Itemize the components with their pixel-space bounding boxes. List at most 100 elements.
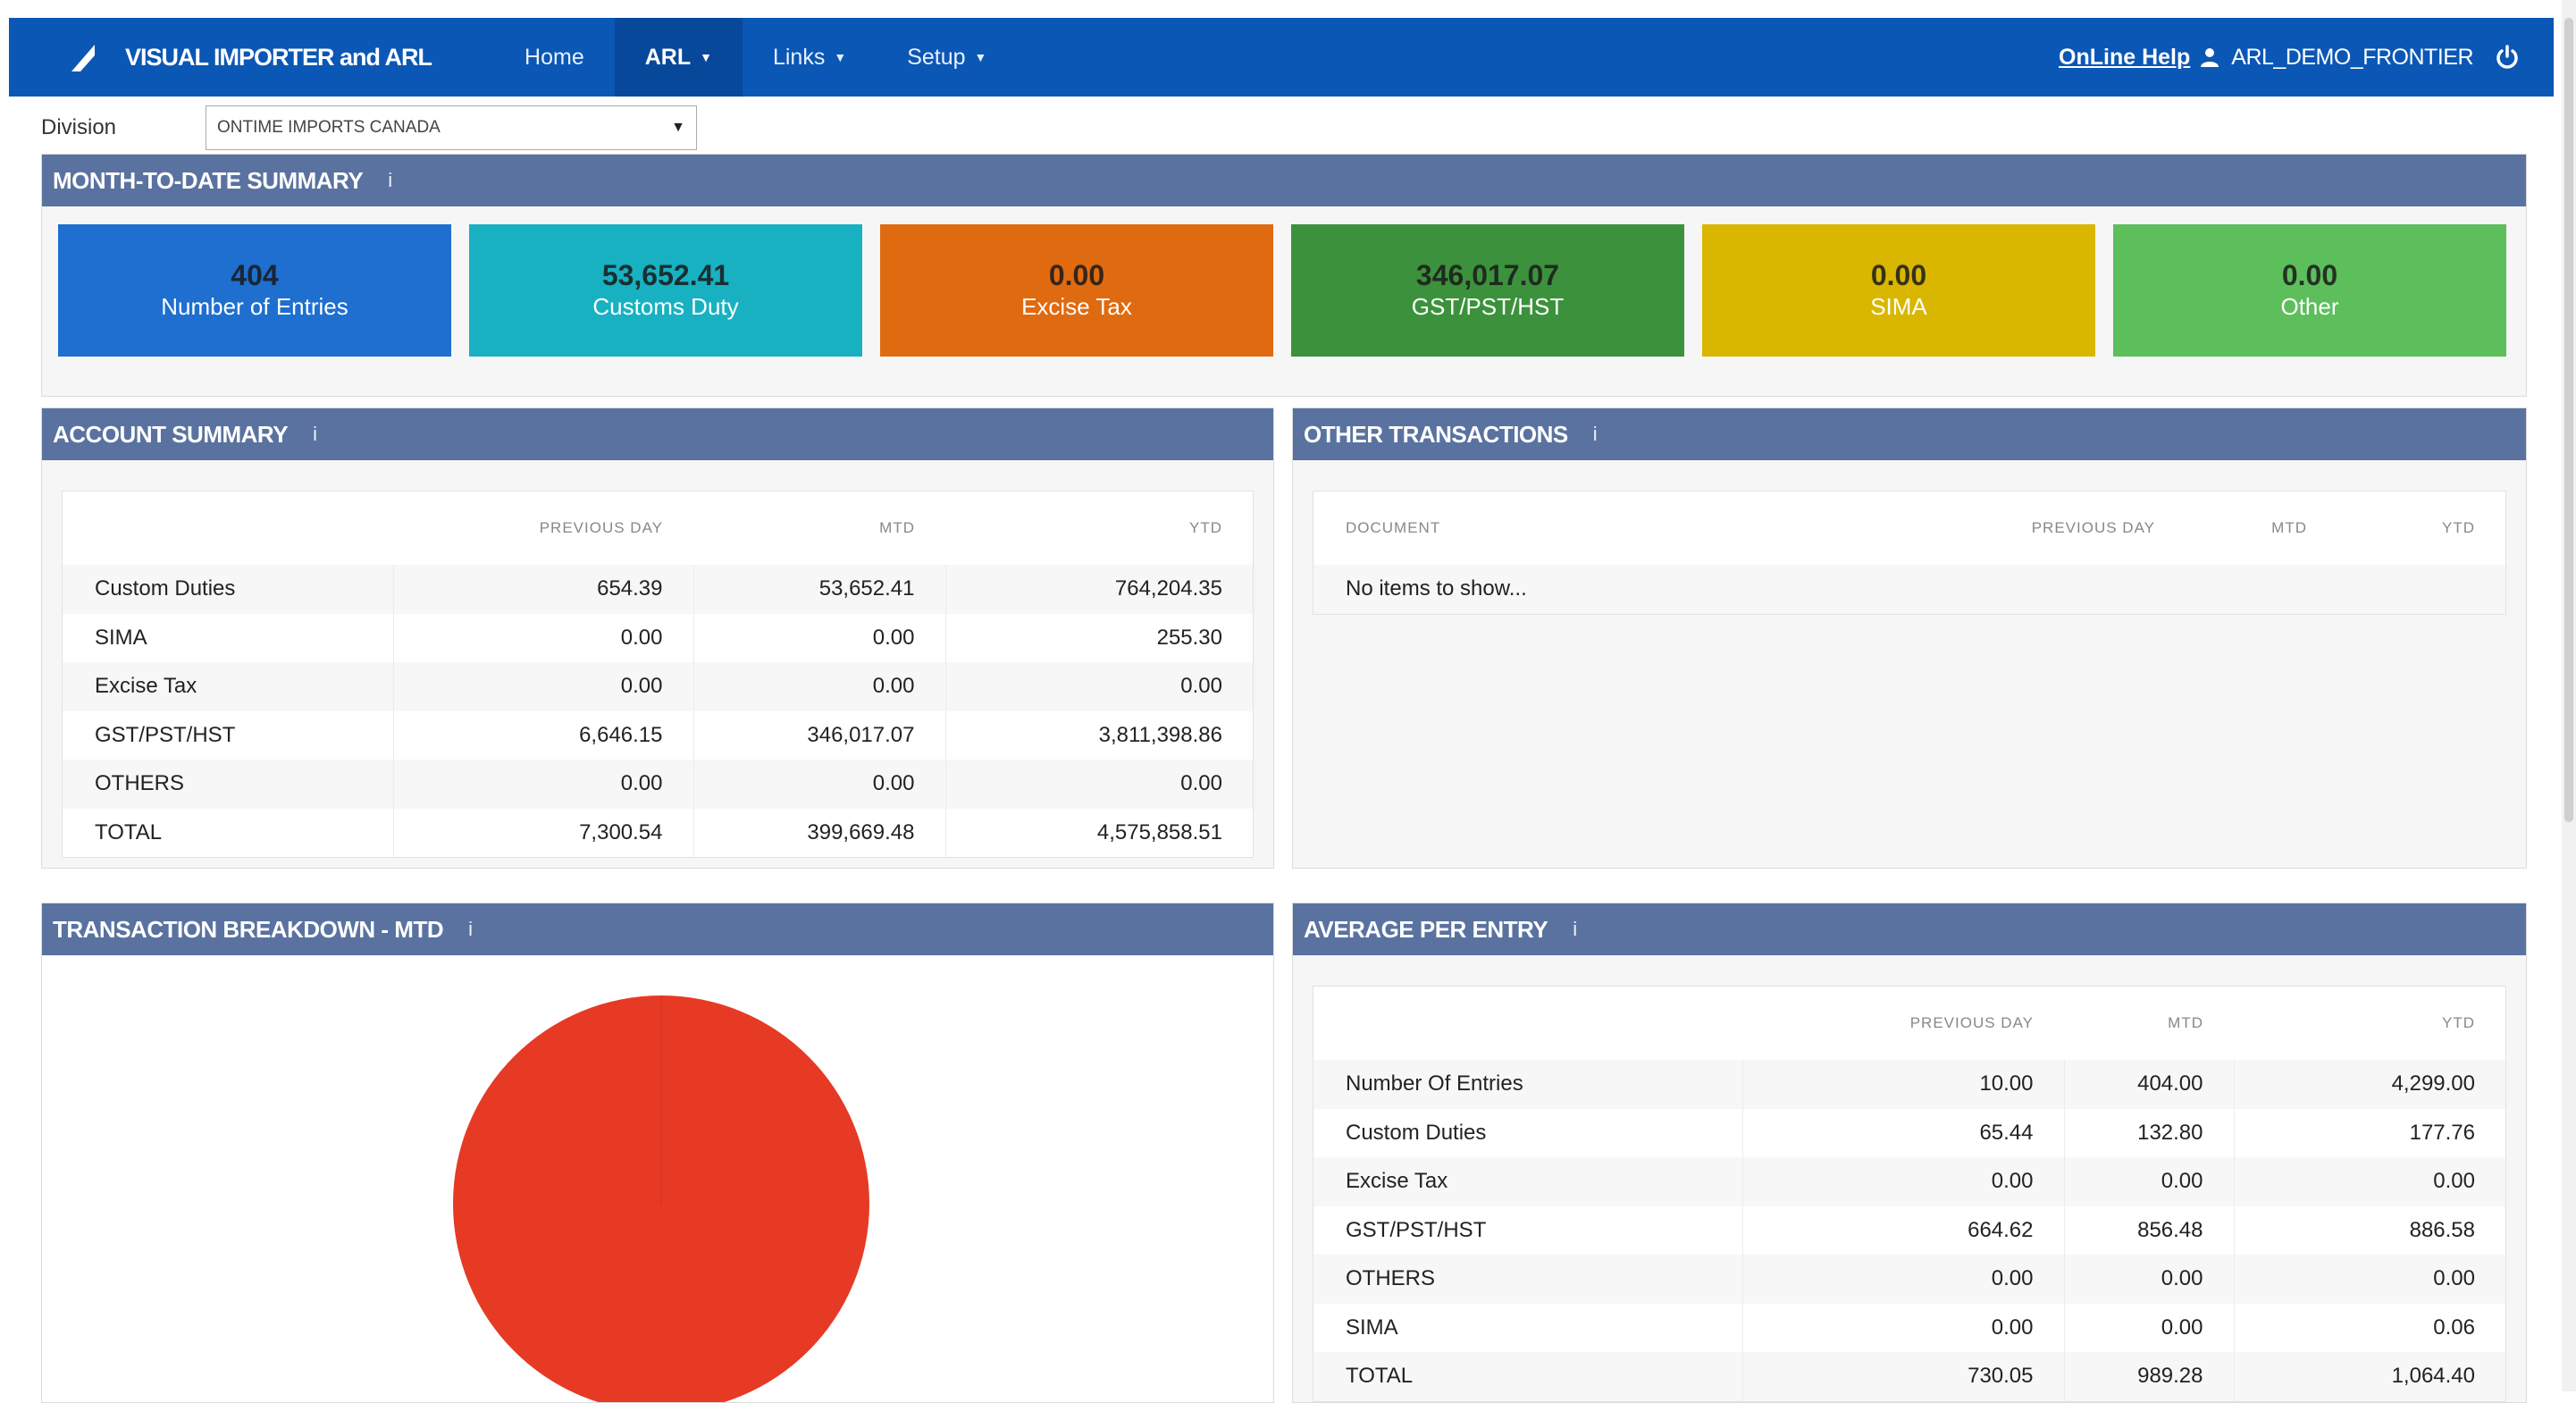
- row-label: SIMA: [63, 613, 393, 662]
- table-row: GST/PST/HST 664.62 856.48 886.58: [1313, 1206, 2505, 1255]
- cell: 0.00: [2063, 1157, 2234, 1206]
- tile-value: 0.00: [1870, 258, 1927, 291]
- table-row: Custom Duties 65.44 132.80 177.76: [1313, 1108, 2505, 1157]
- panel-title: AVERAGE PER ENTRY: [1304, 915, 1548, 943]
- nav-home[interactable]: Home: [494, 18, 615, 97]
- cell: 730.05: [1741, 1352, 2064, 1401]
- tile-other[interactable]: 0.00 Other: [2113, 224, 2506, 357]
- info-icon[interactable]: i: [1593, 423, 1598, 446]
- cell: 856.48: [2063, 1206, 2234, 1255]
- row-label: SIMA: [1313, 1303, 1742, 1352]
- row-label: OTHERS: [1313, 1255, 1742, 1304]
- tile-excise-tax[interactable]: 0.00 Excise Tax: [880, 224, 1273, 357]
- row-label: TOTAL: [63, 808, 393, 857]
- tile-number-of-entries[interactable]: 404 Number of Entries: [58, 224, 451, 357]
- cell: 0.00: [944, 662, 1253, 711]
- cell: 0.00: [392, 613, 693, 662]
- page-scrollbar[interactable]: [2562, 0, 2576, 1391]
- cell: 7,300.54: [392, 808, 693, 857]
- row-label: GST/PST/HST: [1313, 1206, 1742, 1255]
- table-row: SIMA 0.00 0.00 0.06: [1313, 1303, 2505, 1352]
- tile-value: 346,017.07: [1415, 258, 1560, 291]
- tile-label: Other: [2280, 293, 2339, 321]
- chevron-down-icon: ▼: [974, 50, 987, 64]
- cell: 886.58: [2233, 1206, 2505, 1255]
- account-summary-header: ACCOUNT SUMMARY i: [42, 408, 1273, 460]
- account-summary-table-wrap: PREVIOUS DAY MTD YTD Custom Duties 654.3…: [62, 491, 1254, 858]
- row-label: OTHERS: [63, 760, 393, 809]
- table-row: OTHERS 0.00 0.00 0.00: [63, 760, 1253, 809]
- cell: 0.00: [1741, 1157, 2064, 1206]
- topbar-right: OnLine Help ARL_DEMO_FRONTIER: [2059, 45, 2554, 71]
- nav-setup[interactable]: Setup ▼: [877, 18, 1017, 97]
- tile-sima[interactable]: 0.00 SIMA: [1702, 224, 2095, 357]
- cell: 10.00: [1741, 1060, 2064, 1109]
- cell: 0.00: [2233, 1255, 2505, 1304]
- nav-links-label: Links: [772, 44, 826, 70]
- column-header[interactable]: MTD: [693, 491, 945, 565]
- column-header[interactable]: MTD: [2064, 987, 2234, 1060]
- column-header: [1313, 987, 1742, 1060]
- column-header[interactable]: PREVIOUS DAY: [1939, 491, 2186, 565]
- scrollbar-thumb[interactable]: [2564, 18, 2573, 822]
- cell: 0.00: [692, 760, 945, 809]
- other-transactions-table-wrap: DOCUMENT PREVIOUS DAY MTD YTD No items t…: [1313, 491, 2506, 615]
- other-transactions-panel: OTHER TRANSACTIONS i DOCUMENT PREVIOUS D…: [1292, 407, 2527, 869]
- cell: 3,811,398.86: [944, 710, 1253, 760]
- row-label: Excise Tax: [63, 662, 393, 711]
- tile-gst-pst-hst[interactable]: 346,017.07 GST/PST/HST: [1291, 224, 1684, 357]
- row-label: Custom Duties: [63, 565, 393, 614]
- column-header[interactable]: PREVIOUS DAY: [393, 491, 693, 565]
- nav-setup-label: Setup: [907, 44, 966, 70]
- table-row: TOTAL 730.05 989.28 1,064.40: [1313, 1352, 2505, 1401]
- power-icon[interactable]: [2495, 45, 2520, 70]
- column-header[interactable]: YTD: [2234, 987, 2505, 1060]
- top-navbar: VISUAL IMPORTER and ARL Home ARL ▼ Links…: [9, 18, 2554, 97]
- cell: 989.28: [2063, 1352, 2234, 1401]
- column-header[interactable]: MTD: [2186, 491, 2337, 565]
- division-selector: Division ONTIME IMPORTS CANADA ▼: [41, 105, 697, 150]
- nav-arl[interactable]: ARL ▼: [614, 18, 743, 97]
- table-row: Excise Tax 0.00 0.00 0.00: [63, 662, 1253, 711]
- column-header[interactable]: DOCUMENT: [1313, 491, 1939, 565]
- brand[interactable]: VISUAL IMPORTER and ARL: [68, 41, 432, 73]
- cell: 4,299.00: [2233, 1060, 2505, 1109]
- tile-value: 53,652.41: [601, 258, 730, 291]
- panel-title: OTHER TRANSACTIONS: [1304, 420, 1568, 448]
- main-nav: Home ARL ▼ Links ▼ Setup ▼: [494, 18, 1017, 97]
- other-transactions-header: OTHER TRANSACTIONS i: [1293, 408, 2526, 460]
- summary-tiles: 404 Number of Entries 53,652.41 Customs …: [58, 224, 2506, 357]
- column-header[interactable]: PREVIOUS DAY: [1742, 987, 2064, 1060]
- info-icon[interactable]: i: [468, 918, 473, 941]
- average-per-entry-table: PREVIOUS DAY MTD YTD Number Of Entries 1…: [1313, 987, 2505, 1401]
- division-dropdown[interactable]: ONTIME IMPORTS CANADA ▼: [206, 105, 697, 150]
- cell: 0.00: [1741, 1303, 2064, 1352]
- cell: 132.80: [2063, 1108, 2234, 1157]
- column-header[interactable]: YTD: [2337, 491, 2505, 565]
- column-header[interactable]: YTD: [945, 491, 1253, 565]
- table-row: OTHERS 0.00 0.00 0.00: [1313, 1255, 2505, 1304]
- table-row: Number Of Entries 10.00 404.00 4,299.00: [1313, 1060, 2505, 1109]
- pie-chart: [453, 996, 869, 1402]
- cell: 0.00: [2063, 1255, 2234, 1304]
- info-icon[interactable]: i: [313, 423, 317, 446]
- info-icon[interactable]: i: [1573, 918, 1577, 941]
- online-help-link[interactable]: OnLine Help: [2059, 45, 2190, 71]
- mtd-summary-panel: MONTH-TO-DATE SUMMARY i 404 Number of En…: [41, 154, 2527, 397]
- row-label: Excise Tax: [1313, 1157, 1742, 1206]
- tile-label: Number of Entries: [161, 293, 348, 321]
- tile-label: GST/PST/HST: [1411, 293, 1565, 321]
- cell: 0.06: [2233, 1303, 2505, 1352]
- info-icon[interactable]: i: [388, 169, 392, 192]
- row-label: Custom Duties: [1313, 1108, 1742, 1157]
- chevron-down-icon: ▼: [834, 50, 847, 64]
- nav-links[interactable]: Links ▼: [743, 18, 877, 97]
- row-label: GST/PST/HST: [63, 710, 393, 760]
- nav-arl-label: ARL: [644, 44, 692, 70]
- cell: 65.44: [1741, 1108, 2064, 1157]
- empty-message: No items to show...: [1313, 565, 2505, 614]
- panel-title: ACCOUNT SUMMARY: [53, 420, 289, 448]
- user-menu[interactable]: ARL_DEMO_FRONTIER: [2231, 45, 2473, 71]
- tile-customs-duty[interactable]: 53,652.41 Customs Duty: [469, 224, 862, 357]
- cell: 654.39: [392, 565, 693, 614]
